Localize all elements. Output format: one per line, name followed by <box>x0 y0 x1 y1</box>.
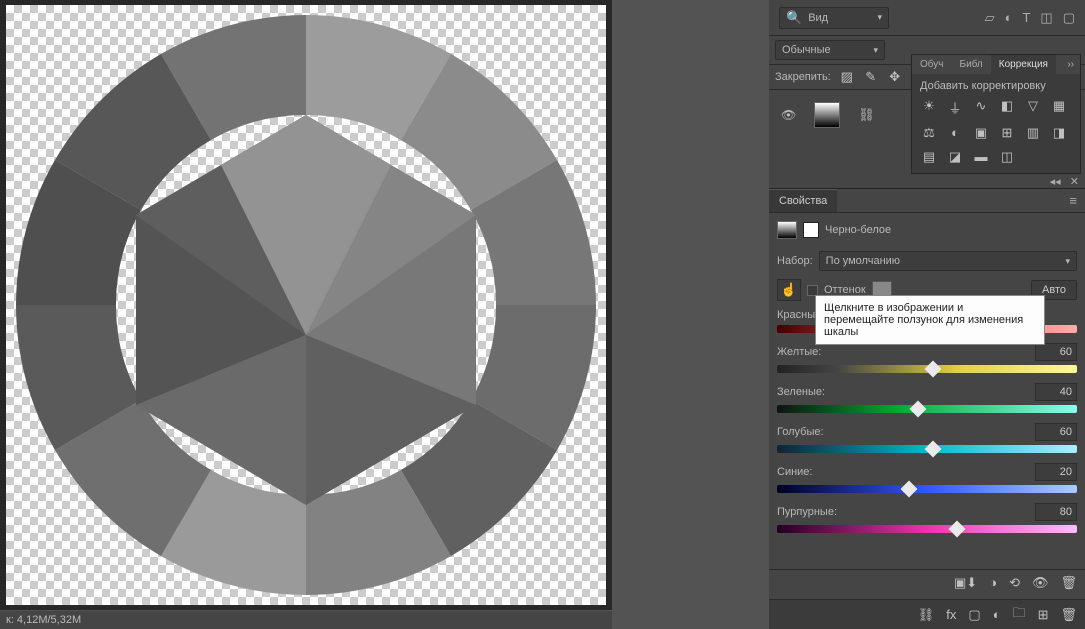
layers-options-row: 🔍 Вид ▾ ▱ ◐ T ◫ ▢ <box>769 0 1085 36</box>
slider-handle[interactable] <box>910 401 927 418</box>
tooltip: Щелкните в изображении и перемещайте пол… <box>815 295 1045 345</box>
bw-adjustment-icon <box>777 221 797 239</box>
selective-color-icon[interactable]: ◫ <box>998 149 1016 165</box>
adjustments-panel: Обуч Библ Коррекция ›› Добавить корректи… <box>911 54 1081 174</box>
adjustments-title: Добавить корректировку <box>912 74 1080 94</box>
view-previous-icon[interactable]: ◑ <box>989 575 997 590</box>
filter-type-icon[interactable]: T <box>1022 10 1030 26</box>
preset-label: Набор: <box>777 255 813 267</box>
lock-brush-icon[interactable]: ✎ <box>863 69 879 85</box>
right-panels: 🔍 Вид ▾ ▱ ◐ T ◫ ▢ Обычные ▾ Закрепить: ▨… <box>769 0 1085 629</box>
delete-adjustment-icon[interactable]: 🗑 <box>1060 575 1077 591</box>
greens-slider[interactable] <box>777 405 1077 413</box>
invert-icon[interactable]: ◨ <box>1050 125 1068 141</box>
slider-handle[interactable] <box>949 521 966 538</box>
cyans-label: Голубые: <box>777 426 824 438</box>
threshold-icon[interactable]: ◪ <box>946 149 964 165</box>
adjustment-type-label: Черно-белое <box>825 224 891 236</box>
channel-mixer-icon[interactable]: ⊞ <box>998 125 1016 141</box>
layer-mask-icon[interactable] <box>803 222 819 238</box>
status-text: к: 4,12M/5,32M <box>6 614 81 626</box>
document-canvas[interactable] <box>6 5 606 605</box>
link-mask-icon[interactable]: ⛓ <box>858 107 875 123</box>
color-balance-icon[interactable]: ⚖ <box>920 125 938 141</box>
cyans-value[interactable]: 60 <box>1035 423 1077 441</box>
hue-sat-icon[interactable]: ▦ <box>1050 98 1068 117</box>
slider-handle[interactable] <box>925 441 942 458</box>
filter-shape-icon[interactable]: ◫ <box>1040 10 1052 26</box>
magentas-label: Пурпурные: <box>777 506 837 518</box>
visibility-eye-icon[interactable]: 👁 <box>781 108 796 122</box>
lock-move-icon[interactable]: ✥ <box>887 69 903 85</box>
bw-icon[interactable]: ◐ <box>946 125 964 141</box>
delete-layer-icon[interactable]: 🗑 <box>1060 607 1077 623</box>
slider-handle[interactable] <box>901 481 918 498</box>
new-group-icon[interactable]: 🗀 <box>1013 604 1026 626</box>
new-adjustment-icon[interactable]: ◐ <box>993 607 1001 622</box>
lock-label: Закрепить: <box>775 71 831 83</box>
magentas-value[interactable]: 80 <box>1035 503 1077 521</box>
toggle-visibility-icon[interactable]: 👁 <box>1032 575 1049 591</box>
tab-properties[interactable]: Свойства <box>769 189 837 212</box>
exposure-icon[interactable]: ◧ <box>998 98 1016 117</box>
add-mask-icon[interactable]: ▢ <box>968 607 980 623</box>
targeted-adjust-button[interactable]: ☝ <box>777 279 801 301</box>
panel-menu-icon[interactable]: ≡ <box>1061 189 1085 212</box>
chevron-down-icon: ▾ <box>1065 256 1070 267</box>
filter-smart-icon[interactable]: ▢ <box>1063 10 1075 26</box>
new-layer-icon[interactable]: ⊞ <box>1038 607 1049 623</box>
blend-mode-dropdown[interactable]: Обычные ▾ <box>775 40 885 60</box>
greens-value[interactable]: 40 <box>1035 383 1077 401</box>
vibrance-icon[interactable]: ▽ <box>1024 98 1042 117</box>
layer-filter-dropdown[interactable]: 🔍 Вид ▾ <box>779 7 889 29</box>
tab-correction[interactable]: Коррекция <box>991 55 1056 74</box>
lock-pixels-icon[interactable]: ▨ <box>839 69 855 85</box>
cyans-slider[interactable] <box>777 445 1077 453</box>
canvas-area <box>0 0 612 610</box>
brightness-contrast-icon[interactable]: ☀ <box>920 98 938 117</box>
yellows-value[interactable]: 60 <box>1035 343 1077 361</box>
layer-fx-icon[interactable]: fx <box>946 607 956 622</box>
expand-tabs-button[interactable]: ›› <box>1061 56 1080 73</box>
tab-library[interactable]: Библ <box>952 55 991 74</box>
preset-dropdown[interactable]: По умолчанию ▾ <box>819 251 1077 271</box>
search-icon: 🔍 <box>786 10 802 26</box>
gradient-map-icon[interactable]: ▬ <box>972 149 990 165</box>
photo-filter-icon[interactable]: ▣ <box>972 125 990 141</box>
greens-label: Зеленые: <box>777 386 825 398</box>
reds-label: Красны <box>777 309 815 321</box>
properties-panel: ◂◂ ✕ Свойства ≡ Черно-белое Набор: По ум… <box>769 188 1085 629</box>
blend-mode-label: Обычные <box>782 44 831 56</box>
reset-icon[interactable]: ⟲ <box>1009 575 1020 591</box>
levels-icon[interactable]: ⏚ <box>946 98 964 117</box>
magentas-slider[interactable] <box>777 525 1077 533</box>
hand-icon: ☝ <box>781 282 797 298</box>
filter-image-icon[interactable]: ▱ <box>985 10 995 26</box>
layer-filter-label: Вид <box>808 12 828 24</box>
tint-checkbox[interactable] <box>807 285 818 296</box>
blues-slider[interactable] <box>777 485 1077 493</box>
blues-label: Синие: <box>777 466 812 478</box>
clip-to-layer-icon[interactable]: ▣⬇ <box>954 575 977 591</box>
preset-value: По умолчанию <box>826 255 900 267</box>
status-bar: к: 4,12M/5,32M <box>0 611 612 629</box>
slider-handle[interactable] <box>925 361 942 378</box>
lookup-icon[interactable]: ▥ <box>1024 125 1042 141</box>
link-layers-icon[interactable]: ⛓ <box>918 607 935 623</box>
chevron-down-icon: ▾ <box>873 45 878 56</box>
filter-adjust-icon[interactable]: ◐ <box>1005 10 1013 26</box>
blues-value[interactable]: 20 <box>1035 463 1077 481</box>
adjustment-thumb[interactable] <box>814 102 840 128</box>
yellows-label: Желтые: <box>777 346 821 358</box>
posterize-icon[interactable]: ▤ <box>920 149 938 165</box>
curves-icon[interactable]: ∿ <box>972 98 990 117</box>
tab-learn[interactable]: Обуч <box>912 55 952 74</box>
yellows-slider[interactable] <box>777 365 1077 373</box>
chevron-down-icon: ▾ <box>877 12 882 23</box>
